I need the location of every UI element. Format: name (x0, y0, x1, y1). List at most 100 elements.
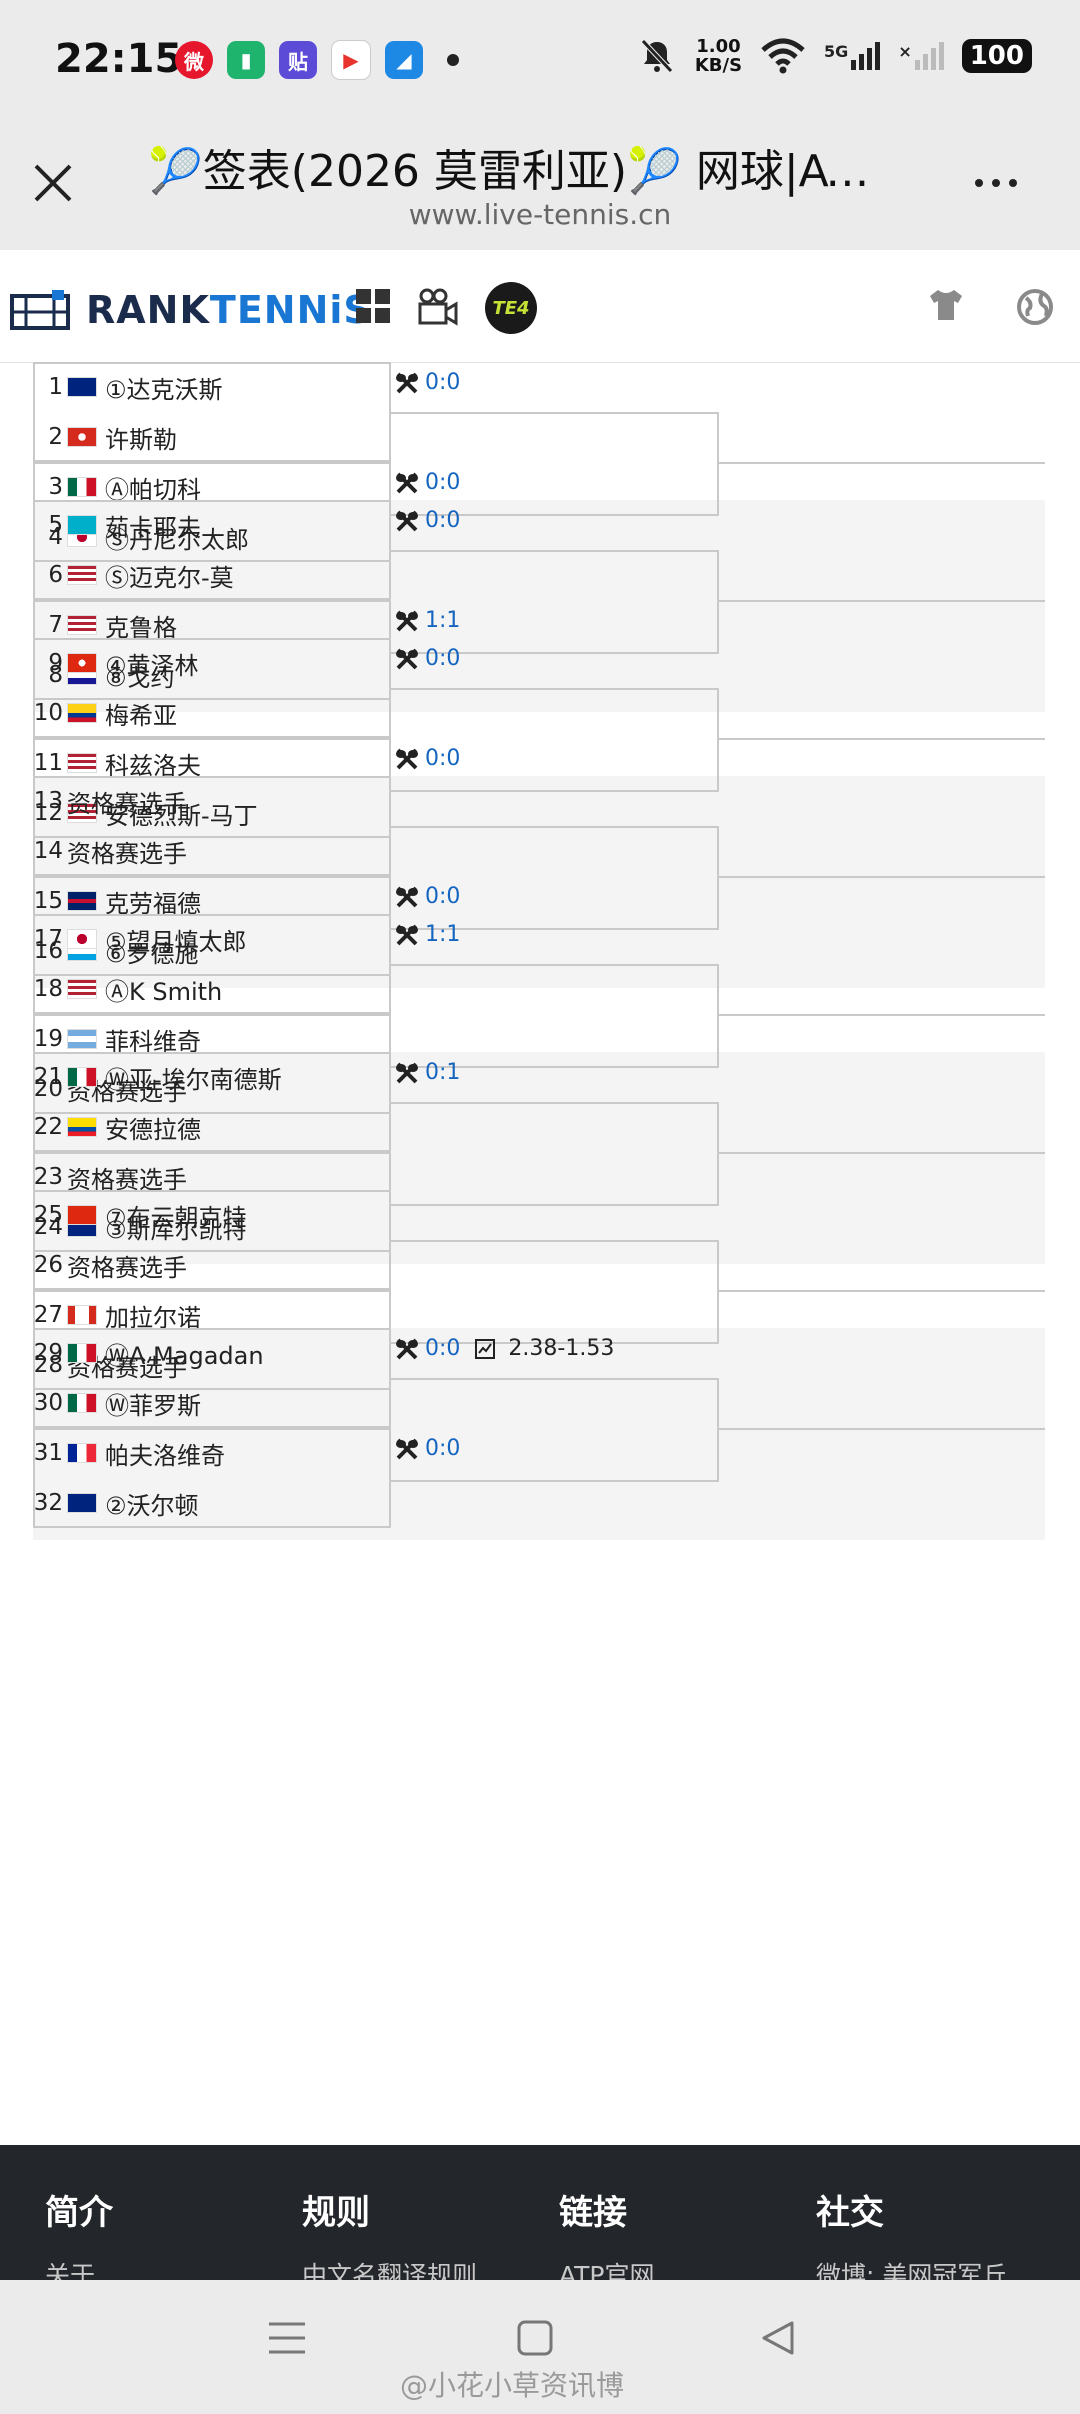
menu-icon[interactable] (267, 2320, 307, 2356)
globe-icon[interactable] (1016, 288, 1054, 326)
player-row[interactable]: 18 ⒶK Smith (33, 964, 391, 1014)
bracket-connector (391, 550, 719, 654)
footer-heading: 简介 (45, 2193, 113, 2233)
site-logo-text[interactable]: RANKTENNiS (86, 288, 372, 332)
footer-column: 简介 关于 (45, 2185, 113, 2280)
footer-link[interactable]: 中文名翻译规则 (302, 2256, 477, 2280)
player-name: 安德拉德 (105, 1115, 201, 1144)
second-sim-signal-icon: × (898, 42, 944, 70)
footer-link[interactable]: 关于 (45, 2256, 113, 2280)
tieba-icon: 贴 (279, 41, 317, 79)
bracket-connector (391, 1102, 719, 1206)
te4-icon[interactable]: TE4 (485, 282, 537, 334)
player-row[interactable]: 9 ④黄泽林 (33, 638, 391, 688)
draw-position: 21 (33, 1064, 63, 1090)
tournament-draw: 1 ①达克沃斯 2 许斯勒 0:0 3 Ⓐ帕切科 4 Ⓢ丹尼尔太郎 0:0 5 茹卡耶夫 6 Ⓢ迈克尔-莫… (33, 362, 1045, 2062)
draw-position: 17 (33, 926, 63, 952)
flag-cn-icon (67, 1205, 97, 1225)
match-score[interactable]: 1:1 (395, 922, 460, 947)
flag-jp-icon (67, 929, 97, 949)
player-row[interactable]: 14 资格赛选手 (33, 826, 391, 876)
status-time: 22:15 (55, 36, 183, 82)
flag-ar-icon (67, 1029, 97, 1049)
back-icon[interactable] (760, 2320, 796, 2356)
draw-position: 13 (33, 788, 63, 814)
speed-value: 1.00 (696, 36, 741, 57)
draw-position: 9 (48, 650, 63, 676)
status-right: 1.00 KB/S 5G × 100 (637, 36, 1032, 76)
draw-position: 30 (33, 1390, 63, 1416)
bracket-connector (391, 412, 719, 516)
player-name: Ⓦ菲罗斯 (105, 1391, 201, 1420)
battery-app-icon: ▮ (227, 41, 265, 79)
draw-position: 5 (48, 512, 63, 538)
bracket-connector (391, 964, 719, 1068)
bracket-line (719, 1014, 1045, 1016)
weibo-icon: 微 (175, 41, 213, 79)
player-row[interactable]: 17 ⑤望月慎太郎 (33, 914, 391, 964)
player-row[interactable]: 26 资格赛选手 (33, 1240, 391, 1290)
draw-position: 29 (33, 1340, 63, 1366)
player-name: 梅希亚 (105, 701, 177, 730)
bracket-line (719, 1290, 1045, 1292)
network-speed: 1.00 KB/S (695, 37, 742, 75)
shirt-icon[interactable] (928, 288, 964, 322)
network-type: 5G (824, 42, 849, 61)
bracket-connector (391, 826, 719, 930)
player-row[interactable]: 1 ①达克沃斯 (33, 362, 391, 412)
player-name: 帕夫洛维奇 (105, 1441, 225, 1470)
score-value: 0:0 (425, 1336, 461, 1361)
player-row[interactable]: 29 ⓌA Magadan (33, 1328, 391, 1378)
te4-label: TE4 (492, 297, 530, 319)
player-row[interactable]: 32 ②沃尔顿 (33, 1478, 391, 1528)
player-row[interactable]: 13 资格赛选手 (33, 776, 391, 826)
bell-muted-icon (641, 39, 673, 73)
ranktennis-logo-icon[interactable] (10, 290, 70, 332)
player-row[interactable]: 10 梅希亚 (33, 688, 391, 738)
player-name: Ⓦ亚-埃尔南德斯 (105, 1065, 282, 1094)
draw-position: 19 (33, 1026, 63, 1052)
home-icon[interactable] (517, 2320, 553, 2356)
bracket-connector (391, 1240, 719, 1344)
footer-column: 链接 ATP官网 (559, 2185, 655, 2280)
player-name: ⑤望月慎太郎 (105, 927, 247, 956)
match-score[interactable]: 0:0 (395, 646, 460, 671)
speed-unit: KB/S (694, 55, 743, 76)
match-score[interactable]: 0:0 (395, 508, 460, 533)
player-row[interactable]: 6 Ⓢ迈克尔-莫 (33, 550, 391, 600)
player-row[interactable]: 22 安德拉德 (33, 1102, 391, 1152)
player-row[interactable]: 25 ⑦布云朝克特 (33, 1190, 391, 1240)
footer-link[interactable]: 微博: 美网冠军丘 (816, 2256, 1007, 2280)
player-row[interactable]: 31 帕夫洛维奇 (33, 1428, 391, 1478)
flag-hk-icon (67, 653, 97, 673)
player-row[interactable]: 2 许斯勒 (33, 412, 391, 462)
match-score[interactable]: 0:0 2.38-1.53 (395, 1336, 614, 1361)
site-footer: 简介 关于 规则 中文名翻译规则 链接 ATP官网 社交 微博: 美网冠军丘 (0, 2145, 1080, 2280)
score-value: 0:0 (425, 370, 461, 395)
flag-us-icon (67, 615, 97, 635)
grid-icon[interactable] (355, 288, 391, 324)
footer-link[interactable]: ATP官网 (559, 2256, 655, 2280)
page-title: 🎾签表(2026 莫雷利亚)🎾 网球|ATP... (148, 146, 888, 197)
more-menu-button[interactable] (975, 168, 1035, 198)
video-camera-icon[interactable] (418, 288, 458, 326)
draw-position: 32 (33, 1490, 63, 1516)
player-name: ④黄泽林 (105, 651, 199, 680)
flag-gb-icon (67, 891, 97, 911)
video-app-icon: ▶ (331, 40, 371, 80)
draw-position: 23 (33, 1164, 63, 1190)
notification-icons: 微 ▮ 贴 ▶ ◢ (175, 40, 459, 80)
flag-mx-icon (67, 1067, 97, 1087)
bracket-line (719, 876, 1045, 878)
player-name: 资格赛选手 (67, 839, 187, 868)
match-score[interactable]: 0:1 (395, 1060, 460, 1085)
match-score[interactable]: 0:0 (395, 370, 460, 395)
player-row[interactable]: 30 Ⓦ菲罗斯 (33, 1378, 391, 1428)
more-dot-icon (975, 179, 983, 187)
watermark-text: @小花小草资讯博 (400, 2369, 625, 2402)
player-row[interactable]: 5 茹卡耶夫 (33, 500, 391, 550)
player-row[interactable]: 21 Ⓦ亚-埃尔南德斯 (33, 1052, 391, 1102)
browser-app-icon: ◢ (385, 41, 423, 79)
player-name: ⑦布云朝克特 (105, 1203, 247, 1232)
more-notifications-icon (447, 54, 459, 66)
